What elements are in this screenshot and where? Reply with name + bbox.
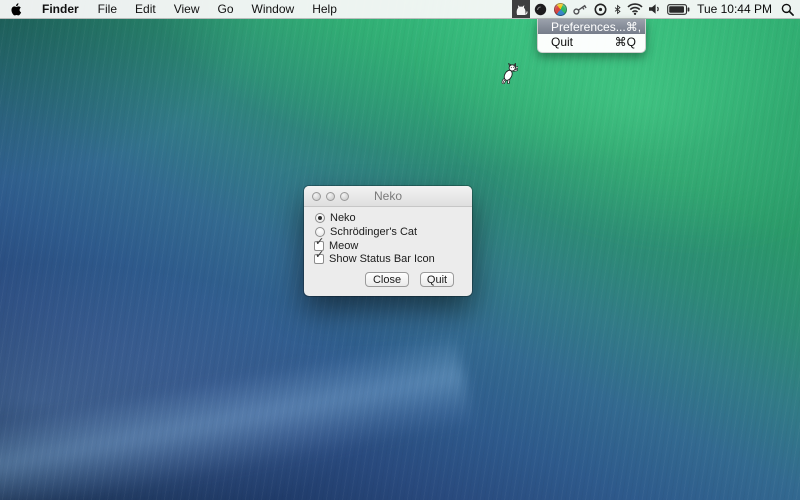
status-item-key[interactable] — [570, 0, 590, 18]
neko-desktop-sprite — [501, 63, 518, 89]
bluetooth-icon — [613, 3, 622, 16]
window-title-bar[interactable]: Neko — [304, 186, 472, 207]
radio-option-schrodingers-cat[interactable]: Schrödinger's Cat — [315, 226, 417, 238]
neko-status-dropdown-menu: Preferences... ⌘, Quit ⌘Q — [537, 19, 646, 53]
radio-button-selected[interactable] — [315, 213, 325, 223]
checkbox-label: Show Status Bar Icon — [329, 253, 435, 265]
menu-item-help[interactable]: Help — [303, 0, 346, 18]
minimize-window-button[interactable] — [326, 192, 335, 201]
menu-item-finder[interactable]: Finder — [32, 0, 89, 18]
close-button[interactable]: Close — [365, 272, 409, 287]
radio-option-neko[interactable]: Neko — [315, 212, 356, 224]
spotlight-menu-item[interactable] — [779, 0, 800, 18]
quit-button[interactable]: Quit — [420, 272, 454, 287]
menu-item-label: Preferences... — [551, 20, 626, 34]
battery-icon — [667, 4, 690, 15]
menu-item-file[interactable]: File — [89, 0, 126, 18]
apple-menu[interactable] — [0, 0, 32, 18]
status-bar: Tue 10:44 PM — [512, 0, 800, 18]
status-item-dark-disc[interactable] — [530, 0, 550, 18]
status-item-battery[interactable] — [665, 0, 691, 18]
menu-bar: Finder File Edit View Go Window Help — [0, 0, 800, 19]
menu-bar-clock[interactable]: Tue 10:44 PM — [691, 2, 779, 16]
neko-window: Neko Neko Schrödinger's Cat ✓ Meow ✓ Sho… — [304, 186, 472, 296]
status-item-color-wheel[interactable] — [550, 0, 570, 18]
menu-item-quit[interactable]: Quit ⌘Q — [538, 34, 645, 49]
menu-item-label: Quit — [551, 35, 573, 49]
status-item-circle-dot[interactable] — [590, 0, 610, 18]
menu-bar-left: Finder File Edit View Go Window Help — [0, 0, 346, 18]
apple-logo-icon — [9, 2, 22, 17]
status-item-bluetooth[interactable] — [610, 0, 625, 18]
key-icon — [572, 2, 588, 16]
circle-dot-icon — [594, 3, 607, 16]
menu-item-edit[interactable]: Edit — [126, 0, 165, 18]
neko-status-item[interactable] — [512, 0, 530, 18]
window-controls — [312, 186, 349, 206]
close-window-button[interactable] — [312, 192, 321, 201]
checkbox-option-show-status-bar-icon[interactable]: ✓ Show Status Bar Icon — [314, 253, 435, 265]
checkbox-label: Meow — [329, 240, 358, 252]
volume-icon — [648, 3, 662, 15]
status-item-volume[interactable] — [645, 0, 665, 18]
status-item-wifi[interactable] — [625, 0, 645, 18]
menu-item-preferences[interactable]: Preferences... ⌘, — [538, 19, 645, 34]
wifi-icon — [627, 3, 643, 15]
dark-disc-icon — [534, 3, 547, 16]
spotlight-search-icon — [781, 3, 794, 16]
check-icon: ✓ — [315, 250, 324, 261]
menu-item-shortcut: ⌘Q — [615, 35, 636, 49]
neko-cat-icon — [514, 3, 528, 16]
screen: Finder File Edit View Go Window Help — [0, 0, 800, 500]
radio-label: Schrödinger's Cat — [330, 226, 417, 238]
checkbox-checked[interactable]: ✓ — [314, 254, 324, 264]
running-cat-icon — [501, 63, 518, 84]
window-title: Neko — [374, 189, 402, 203]
check-icon: ✓ — [315, 237, 324, 248]
menu-item-view[interactable]: View — [165, 0, 209, 18]
zoom-window-button[interactable] — [340, 192, 349, 201]
menu-item-window[interactable]: Window — [243, 0, 304, 18]
menu-item-shortcut: ⌘, — [626, 20, 641, 34]
menu-item-go[interactable]: Go — [209, 0, 243, 18]
radio-label: Neko — [330, 212, 356, 224]
color-wheel-icon — [554, 3, 567, 16]
